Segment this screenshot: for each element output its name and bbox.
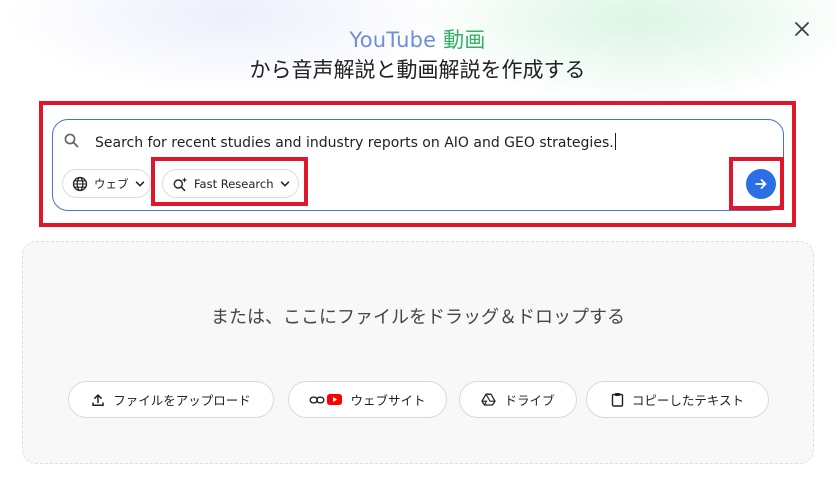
link-icon xyxy=(309,396,325,403)
search-icon xyxy=(64,133,79,148)
website-label: ウェブサイト xyxy=(350,393,426,408)
highlight-submit-button xyxy=(729,157,784,210)
search-query: Search for recent studies and industry r… xyxy=(95,135,614,151)
file-dropzone[interactable]: または、ここにファイルをドラッグ＆ドロップする ファイルをアップロード ウェブサ… xyxy=(22,241,814,464)
youtube-icon xyxy=(327,394,343,405)
copied-text-button[interactable]: コピーしたテキスト xyxy=(586,381,769,418)
dialog-subtitle: から音声解説と動画解説を作成する xyxy=(249,58,586,82)
dropzone-prompt: または、ここにファイルをドラッグ＆ドロップする xyxy=(211,307,625,328)
clipboard-icon xyxy=(611,393,624,407)
source-web-chip[interactable]: ウェブ xyxy=(62,169,151,198)
source-web-label: ウェブ xyxy=(94,176,129,191)
drive-icon xyxy=(481,393,497,406)
drive-button[interactable]: ドライブ xyxy=(459,381,577,418)
upload-file-label: ファイルをアップロード xyxy=(113,393,251,408)
create-source-dialog: YouTube 動画 から音声解説と動画解説を作成する Search for r… xyxy=(0,0,835,495)
globe-icon xyxy=(72,176,88,191)
dialog-title: YouTube 動画 xyxy=(0,26,835,54)
upload-icon xyxy=(92,393,104,406)
chevron-down-icon xyxy=(135,180,144,187)
highlight-research-mode xyxy=(151,157,308,206)
upload-file-button[interactable]: ファイルをアップロード xyxy=(68,381,274,418)
text-caret xyxy=(614,133,616,150)
copied-text-label: コピーしたテキスト xyxy=(631,393,745,408)
website-button[interactable]: ウェブサイト xyxy=(288,381,447,418)
drive-label: ドライブ xyxy=(504,393,555,408)
search-input[interactable]: Search for recent studies and industry r… xyxy=(95,133,616,153)
title-video: 動画 xyxy=(443,28,486,52)
title-youtube: YouTube xyxy=(349,28,444,52)
